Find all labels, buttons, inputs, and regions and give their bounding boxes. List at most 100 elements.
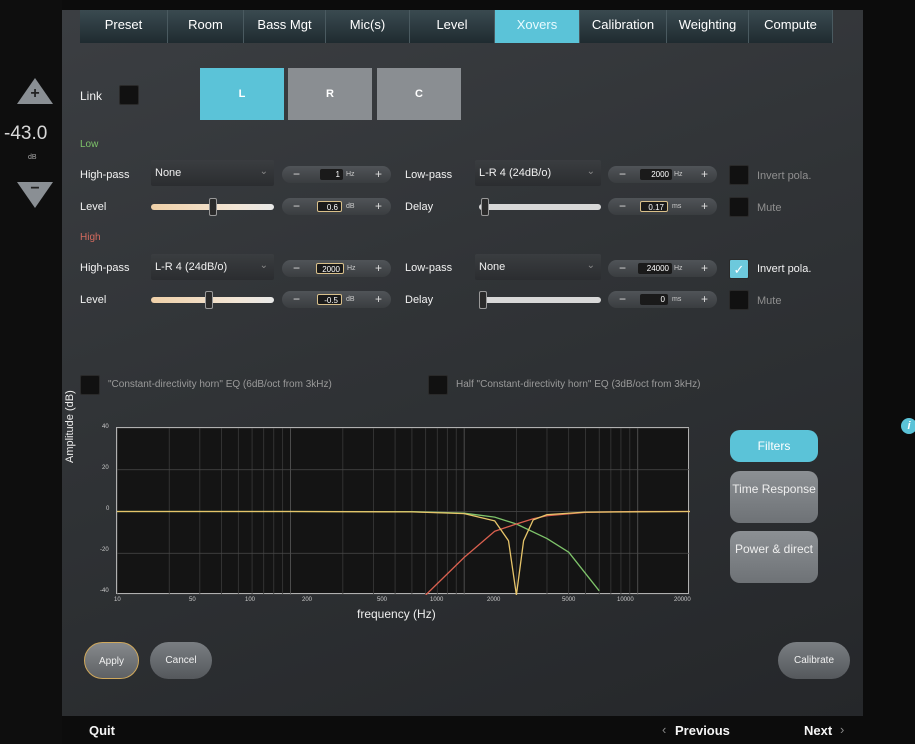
channel-c-button[interactable]: C [377, 68, 461, 120]
low-delay-stepper[interactable]: − 0.17 ms + [608, 198, 717, 215]
x-tick-label: 20000 [674, 597, 691, 603]
tab-bass-mgt[interactable]: Bass Mgt [244, 10, 326, 43]
response-curve-1 [117, 510, 600, 592]
plus-icon[interactable]: + [701, 166, 708, 182]
minus-icon[interactable]: − [619, 291, 626, 307]
high-level-label: Level [80, 294, 107, 306]
high-lowpass-label: Low-pass [405, 262, 453, 274]
x-tick-label: 500 [377, 597, 388, 603]
minus-icon[interactable]: − [293, 260, 300, 276]
x-tick-label: 50 [189, 597, 196, 603]
minus-icon[interactable]: − [619, 198, 626, 214]
cdh-eq-checkbox[interactable] [80, 375, 100, 395]
high-delay-value[interactable]: 0 [640, 294, 668, 305]
info-icon[interactable]: i [901, 418, 915, 434]
plus-icon[interactable]: + [701, 198, 708, 214]
low-delay-slider[interactable] [479, 198, 601, 216]
low-mute-checkbox[interactable] [729, 197, 749, 217]
time-response-button[interactable]: Time Response [730, 471, 818, 523]
tab-mics[interactable]: Mic(s) [326, 10, 410, 43]
high-highpass-freq-unit: Hz [347, 265, 356, 272]
low-level-slider[interactable] [151, 198, 274, 216]
high-highpass-type: L-R 4 (24dB/o) [155, 261, 228, 273]
high-level-stepper[interactable]: − -0.5 dB + [282, 291, 391, 308]
minus-icon[interactable]: − [293, 198, 300, 214]
x-axis-title: frequency (Hz) [357, 607, 436, 621]
tab-room[interactable]: Room [168, 10, 244, 43]
minus-icon[interactable]: − [293, 291, 300, 307]
low-invert-checkbox[interactable] [729, 165, 749, 185]
tab-level[interactable]: Level [410, 10, 495, 43]
x-tick-label: 100 [245, 597, 256, 603]
quit-button[interactable]: Quit [89, 723, 115, 738]
plus-icon[interactable]: + [701, 291, 708, 307]
high-lowpass-freq-value[interactable]: 24000 [638, 263, 672, 274]
y-tick-label: -40 [100, 588, 109, 594]
low-highpass-freq-unit: Hz [346, 171, 355, 178]
low-highpass-freq-value[interactable]: 1 [320, 169, 343, 180]
slider-handle[interactable] [208, 198, 217, 216]
channel-l-button[interactable]: L [200, 68, 284, 120]
low-lowpass-type-select[interactable]: L-R 4 (24dB/o) ⌄ [475, 160, 601, 186]
plus-icon[interactable]: + [375, 166, 382, 182]
previous-button[interactable]: Previous [675, 723, 730, 738]
tab-xovers[interactable]: Xovers [495, 10, 580, 43]
chevron-down-icon: ⌄ [259, 260, 268, 271]
next-button[interactable]: Next [804, 723, 832, 738]
minus-icon[interactable]: − [619, 260, 626, 276]
low-mute-label: Mute [757, 202, 782, 214]
channel-r-button[interactable]: R [288, 68, 372, 120]
half-cdh-eq-label: Half "Constant-directivity horn" EQ (3dB… [456, 379, 701, 390]
plus-icon[interactable]: + [375, 291, 382, 307]
high-highpass-type-select[interactable]: L-R 4 (24dB/o) ⌄ [151, 254, 274, 280]
high-level-slider[interactable] [151, 291, 274, 309]
tab-compute[interactable]: Compute [749, 10, 833, 43]
high-invert-checkbox[interactable]: ✓ [729, 259, 749, 279]
link-checkbox[interactable] [119, 85, 139, 105]
minus-icon[interactable]: − [293, 166, 300, 182]
tab-calibration[interactable]: Calibration [580, 10, 667, 43]
low-delay-value[interactable]: 0.17 [640, 201, 668, 212]
high-delay-slider[interactable] [479, 291, 601, 309]
calibrate-button[interactable]: Calibrate [778, 642, 850, 679]
high-delay-stepper[interactable]: − 0 ms + [608, 291, 717, 308]
high-section-label: High [80, 232, 101, 243]
link-label: Link [80, 89, 103, 103]
tab-preset[interactable]: Preset [80, 10, 168, 43]
low-highpass-type: None [155, 167, 182, 179]
filters-button[interactable]: Filters [730, 430, 818, 462]
high-highpass-freq-value[interactable]: 2000 [316, 263, 344, 274]
apply-button[interactable]: Apply [84, 642, 139, 679]
power-direct-button[interactable]: Power & direct [730, 531, 818, 583]
low-lowpass-label: Low-pass [405, 169, 453, 181]
cancel-button[interactable]: Cancel [150, 642, 212, 679]
x-tick-label: 10000 [617, 597, 634, 603]
low-highpass-type-select[interactable]: None ⌄ [151, 160, 274, 186]
high-level-unit: dB [346, 296, 355, 303]
low-lowpass-type: L-R 4 (24dB/o) [479, 167, 552, 179]
low-lowpass-freq-stepper[interactable]: − 2000 Hz + [608, 166, 717, 183]
high-lowpass-freq-stepper[interactable]: − 24000 Hz + [608, 260, 717, 277]
y-axis-title: Amplitude (dB) [64, 390, 76, 463]
high-lowpass-type-select[interactable]: None ⌄ [475, 254, 601, 280]
x-tick-label: 5000 [562, 597, 576, 603]
tab-weighting[interactable]: Weighting [667, 10, 749, 43]
high-mute-checkbox[interactable] [729, 290, 749, 310]
high-level-value[interactable]: -0.5 [317, 294, 342, 305]
half-cdh-eq-checkbox[interactable] [428, 375, 448, 395]
low-lowpass-freq-value[interactable]: 2000 [640, 169, 672, 180]
plus-icon[interactable]: + [375, 198, 382, 214]
low-level-unit: dB [346, 203, 355, 210]
slider-handle[interactable] [481, 198, 490, 216]
slider-handle[interactable] [205, 291, 214, 309]
slider-handle[interactable] [479, 291, 487, 309]
low-highpass-freq-stepper[interactable]: − 1 Hz + [282, 166, 391, 183]
plus-icon[interactable]: + [375, 260, 382, 276]
low-level-value[interactable]: 0.6 [317, 201, 342, 212]
high-highpass-freq-stepper[interactable]: − 2000 Hz + [282, 260, 391, 277]
plus-icon[interactable]: + [701, 260, 708, 276]
frequency-response-plot [116, 427, 691, 596]
high-invert-label: Invert pola. [757, 263, 812, 275]
minus-icon[interactable]: − [619, 166, 626, 182]
low-level-stepper[interactable]: − 0.6 dB + [282, 198, 391, 215]
